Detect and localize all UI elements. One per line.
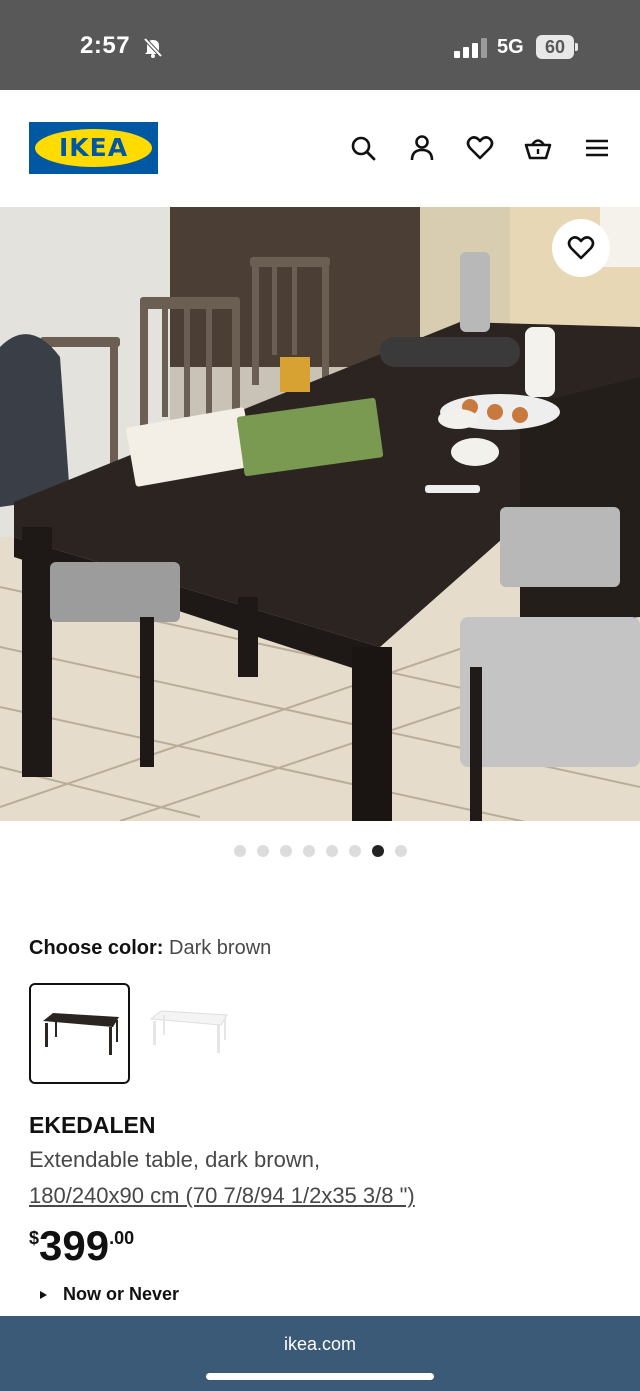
product-price: $399.00 (29, 1222, 134, 1270)
color-chooser: Choose color: Dark brown (29, 937, 271, 960)
favorites-icon[interactable] (466, 134, 494, 162)
status-time: 2:57 (80, 32, 131, 59)
swatch-white[interactable] (139, 983, 240, 1084)
gallery-pagination (0, 845, 640, 861)
url-text[interactable]: ikea.com (0, 1334, 640, 1355)
gallery-dot[interactable] (302, 845, 315, 857)
browser-url-bar[interactable]: ikea.com (0, 1316, 640, 1391)
gallery-dot[interactable] (348, 845, 361, 857)
gallery-dot[interactable] (256, 845, 269, 857)
save-to-favorites-button[interactable] (552, 219, 610, 277)
price-integer: 399 (39, 1222, 110, 1269)
gallery-dot[interactable] (325, 845, 338, 857)
heart-icon (567, 236, 595, 260)
price-currency: $ (29, 1228, 40, 1248)
table-thumbnail-white (149, 1010, 228, 1053)
battery-level: 60 (544, 37, 566, 57)
signal-icon (454, 38, 488, 58)
cart-icon[interactable] (524, 134, 552, 162)
ikea-logo[interactable]: IKEA (29, 122, 158, 174)
site-header: IKEA (0, 90, 640, 207)
product-description: Extendable table, dark brown, (29, 1147, 321, 1172)
home-indicator[interactable] (206, 1373, 434, 1380)
promo-label: Now or Never (63, 1284, 180, 1304)
account-icon[interactable] (408, 134, 436, 162)
menu-icon[interactable] (583, 134, 611, 162)
gallery-dot-active[interactable] (371, 845, 384, 857)
product-image[interactable] (0, 207, 640, 821)
status-bar: 2:57 5G 60 (0, 0, 640, 90)
search-icon[interactable] (349, 134, 377, 162)
battery-icon: 60 (536, 35, 578, 59)
selected-color-value: Dark brown (169, 937, 272, 959)
product-name: EKEDALEN (29, 1112, 156, 1138)
swatch-dark-brown[interactable] (29, 983, 130, 1084)
gallery-dot[interactable] (233, 845, 246, 857)
gallery-dot[interactable] (394, 845, 407, 857)
choose-color-label: Choose color: (29, 937, 164, 959)
caret-right-icon (40, 1290, 47, 1299)
table-thumbnail-dark (43, 1013, 119, 1055)
gallery-dot[interactable] (279, 845, 292, 857)
promo-disclosure[interactable]: Now or Never (40, 1284, 179, 1305)
price-decimals: .00 (109, 1228, 135, 1248)
bell-muted-icon (142, 36, 164, 58)
dining-table-photo (0, 207, 640, 821)
product-page: 2:57 5G 60 IKEA Choose color: Dark brown… (0, 0, 640, 1391)
network-type: 5G (497, 36, 524, 58)
product-size-link[interactable]: 180/240x90 cm (70 7/8/94 1/2x35 3/8 ") (29, 1183, 415, 1209)
